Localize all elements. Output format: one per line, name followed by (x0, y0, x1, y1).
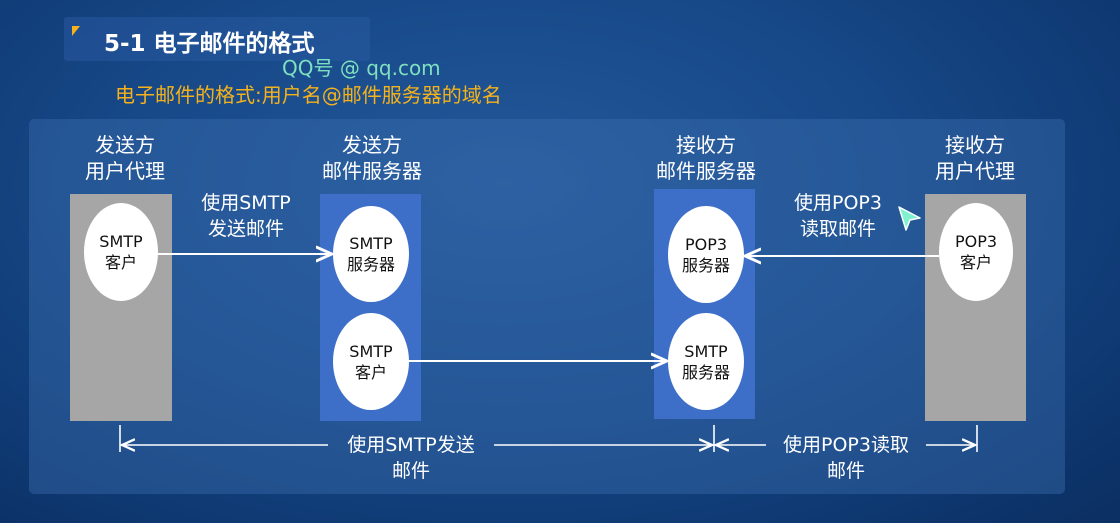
cursor-icon (898, 206, 921, 231)
diagram-arrows (119, 206, 978, 452)
